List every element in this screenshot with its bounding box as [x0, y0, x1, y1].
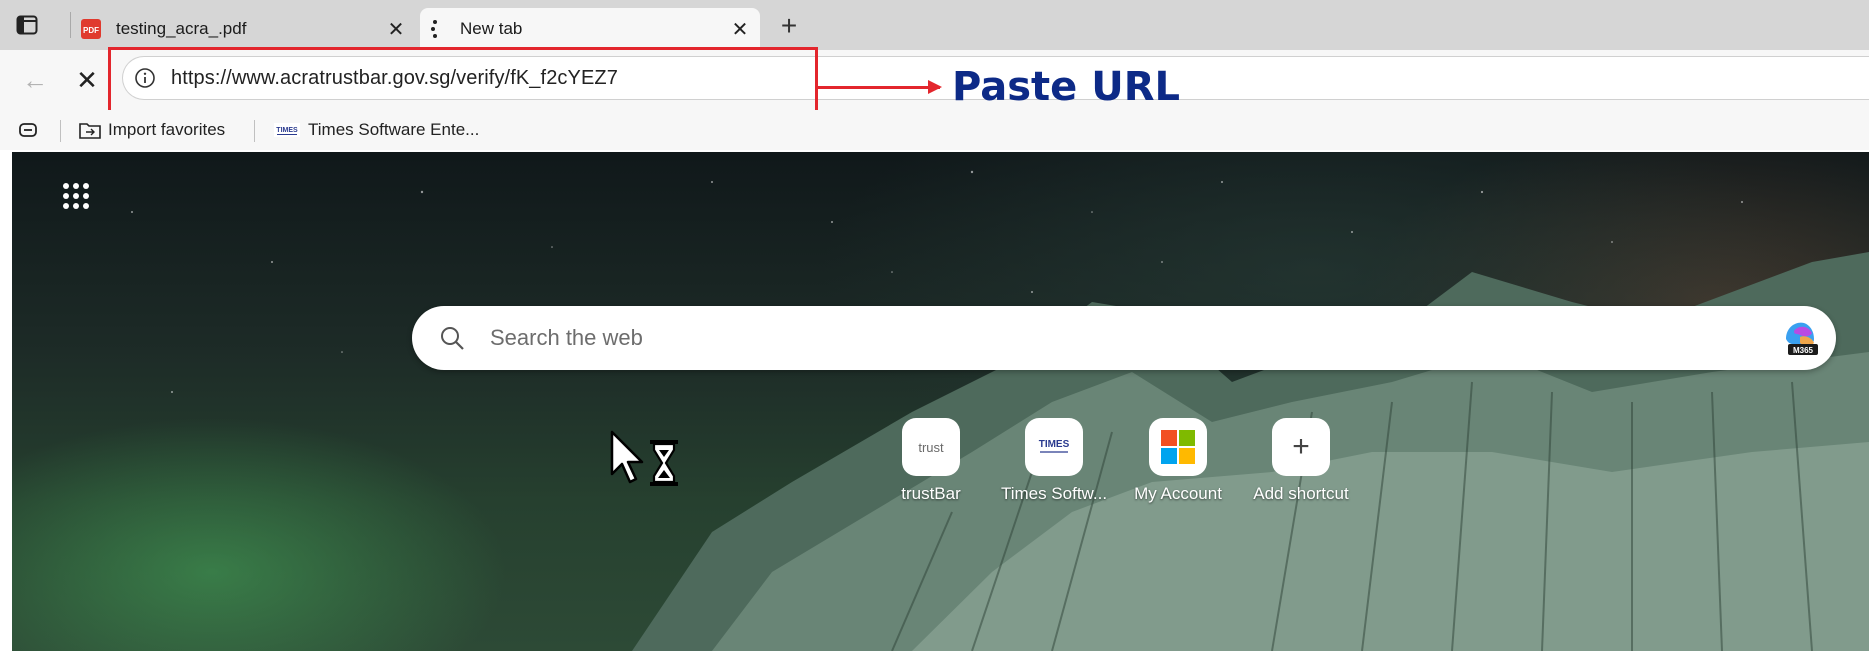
- trustbar-icon: trust: [902, 418, 960, 476]
- m365-badge: M365: [1793, 346, 1814, 355]
- shortcut-label: My Account: [1134, 484, 1222, 503]
- plus-icon: +: [1272, 418, 1330, 476]
- favorites-divider: [254, 120, 255, 142]
- favorites-divider: [60, 120, 61, 142]
- annotation-arrow-head: [928, 80, 942, 94]
- loading-icon: [424, 18, 446, 40]
- tab-new-tab[interactable]: New tab ✕: [420, 8, 760, 50]
- times-software-icon: TIMES: [274, 123, 300, 137]
- search-icon: [436, 322, 468, 354]
- busy-cursor-icon: [610, 430, 678, 486]
- paste-url-label: Paste URL: [952, 64, 1180, 110]
- bookmark-label: Times Software Ente...: [308, 120, 480, 139]
- shortcut-trustbar[interactable]: trust trustBar: [876, 418, 986, 504]
- favorites-bar: Import favorites TIMES Times Software En…: [0, 110, 1869, 150]
- tab-actions-icon[interactable]: [14, 12, 40, 38]
- times-tile-text: TIMES: [1039, 439, 1070, 450]
- tab-title: testing_acra_.pdf: [116, 19, 247, 38]
- shortcut-label: trustBar: [901, 484, 961, 503]
- microsoft-logo-icon: [1149, 418, 1207, 476]
- tab-strip: PDF testing_acra_.pdf ✕ New tab ✕ +: [0, 0, 1869, 50]
- shortcut-label: Add shortcut: [1253, 484, 1349, 503]
- annotation-arrow: [818, 86, 940, 89]
- bookmark-times-software[interactable]: TIMES Times Software Ente...: [274, 118, 479, 142]
- times-software-icon: TIMES: [1025, 418, 1083, 476]
- trustbar-tile-text: trust: [918, 439, 944, 455]
- collections-icon[interactable]: [18, 118, 38, 142]
- copilot-m365-icon[interactable]: M365: [1780, 317, 1822, 359]
- pdf-icon: PDF: [80, 18, 102, 40]
- back-arrow-icon[interactable]: ←: [20, 65, 50, 95]
- bookmark-import-favorites[interactable]: Import favorites: [78, 118, 225, 142]
- tab-testing-acra-pdf[interactable]: PDF testing_acra_.pdf ✕: [76, 8, 416, 50]
- shortcut-label: Times Softw...: [1000, 484, 1108, 503]
- pdf-icon-text: PDF: [83, 26, 99, 35]
- import-favorites-icon: [78, 119, 102, 141]
- close-tab-icon[interactable]: ✕: [382, 15, 410, 43]
- new-tab-page: Search the web M365 trust trustBar TIMES…: [12, 152, 1869, 651]
- bookmark-label: Import favorites: [108, 120, 226, 139]
- shortcut-times-software[interactable]: TIMES Times Softw...: [999, 418, 1109, 504]
- stop-loading-icon[interactable]: ✕: [72, 65, 102, 95]
- search-box[interactable]: Search the web M365: [412, 306, 1836, 370]
- shortcut-add[interactable]: + Add shortcut: [1246, 418, 1356, 504]
- tab-title: New tab: [460, 19, 523, 38]
- tab-divider: [70, 12, 71, 38]
- background-mountain: [632, 252, 1869, 651]
- new-tab-button[interactable]: +: [774, 10, 804, 41]
- search-placeholder[interactable]: Search the web: [490, 325, 1780, 351]
- close-tab-icon[interactable]: ✕: [726, 15, 754, 43]
- app-launcher-icon[interactable]: [56, 176, 96, 216]
- times-software-icon-text: TIMES: [276, 127, 298, 134]
- shortcut-my-account[interactable]: My Account: [1123, 418, 1233, 504]
